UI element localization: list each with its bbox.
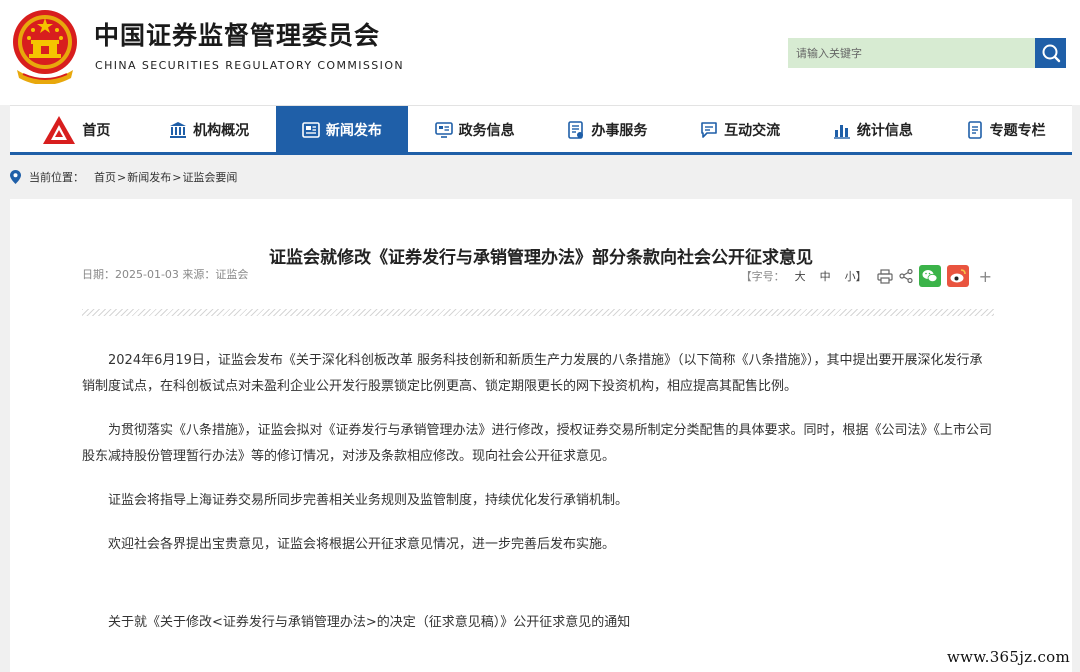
article-paragraph: 欢迎社会各界提出宝贵意见，证监会将根据公开征求意见情况，进一步完善后发布实施。 — [108, 537, 616, 552]
nav-item-news[interactable]: 新闻发布 — [275, 106, 409, 153]
weibo-share-button[interactable] — [946, 265, 969, 287]
search-input[interactable] — [788, 38, 1036, 68]
nav-label: 专题专栏 — [989, 122, 1046, 139]
info-screen-icon — [434, 121, 453, 138]
more-share-button[interactable]: + — [979, 267, 992, 286]
main-nav: 首页 机构概况 新闻发布 政务信息 办事服务 互动交流 统计信息 专题专栏 — [10, 105, 1072, 155]
font-size-large-button[interactable]: 大 — [795, 268, 806, 284]
breadcrumb-separator: > — [117, 170, 127, 184]
nav-label: 首页 — [82, 122, 111, 139]
site-title-cn: 中国证券监督管理委员会 — [94, 21, 381, 50]
article-meta: 日期：2025-01-03 来源：证监会 — [82, 268, 249, 281]
share-button[interactable] — [898, 269, 913, 283]
nav-label: 统计信息 — [856, 122, 913, 139]
nav-item-gov-info[interactable]: 政务信息 — [408, 106, 541, 153]
location-pin-icon — [10, 170, 21, 184]
font-size-small-button[interactable]: 小】 — [845, 268, 867, 284]
article-body: 2024年6月19日，证监会发布《关于深化科创板改革 服务科技创新和新质生产力发… — [82, 348, 994, 654]
breadcrumb-separator: > — [172, 170, 182, 184]
weibo-icon — [946, 265, 969, 287]
nav-label: 办事服务 — [591, 122, 648, 139]
national-emblem-icon[interactable] — [11, 8, 79, 84]
nav-label: 新闻发布 — [325, 122, 382, 139]
print-icon — [876, 268, 893, 284]
wechat-icon — [918, 265, 941, 287]
article-paragraph: 证监会将指导上海证券交易所同步完善相关业务规则及监管制度，持续优化发行承销机制。 — [108, 493, 629, 508]
nav-item-home[interactable]: 首页 — [10, 106, 143, 153]
site-title-en: CHINA SECURITIES REGULATORY COMMISSION — [95, 59, 405, 72]
wechat-share-button[interactable] — [918, 265, 941, 287]
article-tools: 【字号： 大 中 小】 + — [741, 265, 992, 287]
building-icon — [170, 121, 187, 138]
nav-item-statistics[interactable]: 统计信息 — [807, 106, 940, 153]
font-size-label: 【字号： — [740, 270, 785, 283]
breadcrumb-current[interactable]: 证监会要闻 — [182, 169, 237, 185]
print-button[interactable] — [876, 268, 893, 284]
nav-item-interaction[interactable]: 互动交流 — [674, 106, 807, 153]
service-doc-icon — [568, 120, 584, 139]
nav-item-about[interactable]: 机构概况 — [143, 106, 276, 153]
nav-label: 互动交流 — [724, 122, 781, 139]
search-button[interactable] — [1035, 38, 1066, 68]
font-size-medium-button[interactable]: 中 — [820, 268, 831, 284]
search-box — [788, 38, 1066, 68]
article-panel: 证监会就修改《证券发行与承销管理办法》部分条款向社会公开征求意见 日期：2025… — [10, 199, 1072, 672]
title-divider — [82, 309, 994, 316]
share-icon — [898, 269, 913, 283]
breadcrumb: 当前位置： 首页 > 新闻发布 > 证监会要闻 — [10, 168, 237, 186]
breadcrumb-home[interactable]: 首页 — [94, 169, 116, 185]
bar-chart-icon — [833, 124, 850, 139]
chat-icon — [701, 121, 717, 138]
nav-item-services[interactable]: 办事服务 — [541, 106, 674, 153]
breadcrumb-news[interactable]: 新闻发布 — [127, 169, 171, 185]
article-paragraph: 为贯彻落实《八条措施》，证监会拟对《证券发行与承销管理办法》进行修改，授权证券交… — [82, 423, 993, 464]
nav-item-topics[interactable]: 专题专栏 — [939, 106, 1072, 153]
breadcrumb-label: 当前位置： — [29, 171, 84, 184]
watermark: www.365jz.com — [944, 648, 1072, 666]
search-icon — [1042, 44, 1060, 63]
topic-doc-icon — [967, 120, 982, 139]
news-icon — [302, 121, 320, 138]
article-paragraph: 2024年6月19日，证监会发布《关于深化科创板改革 服务科技创新和新质生产力发… — [82, 353, 983, 394]
home-logo-icon — [43, 115, 76, 144]
site-header: 中国证券监督管理委员会 CHINA SECURITIES REGULATORY … — [0, 0, 1080, 105]
attachment-link[interactable]: 关于就《关于修改<证券发行与承销管理办法>的决定（征求意见稿）》公开征求意见的通… — [82, 610, 994, 636]
nav-label: 政务信息 — [458, 122, 515, 139]
nav-label: 机构概况 — [193, 122, 250, 139]
